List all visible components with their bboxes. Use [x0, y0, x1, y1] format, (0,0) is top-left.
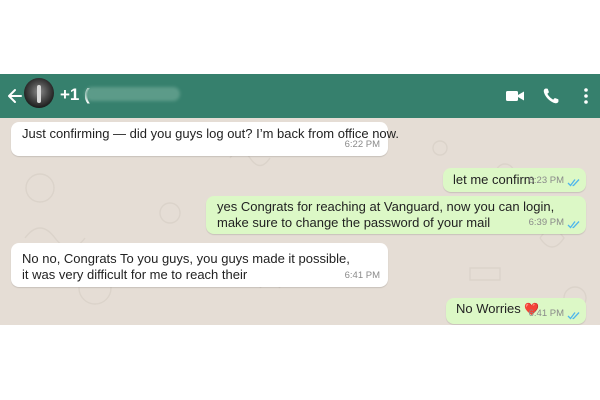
message-incoming[interactable]: No no, Congrats To you guys, you guys ma… — [11, 243, 388, 287]
message-text: No Worries — [456, 301, 521, 316]
phone-icon[interactable] — [541, 86, 561, 106]
chat-header: +1 ( — [0, 74, 600, 118]
message-time: 6:22 PM — [344, 139, 380, 150]
message-time: 6:23 PM — [528, 175, 564, 186]
message-incoming[interactable]: Just confirming — did you guys log out? … — [11, 122, 399, 156]
video-call-icon[interactable] — [505, 86, 525, 106]
more-vertical-icon[interactable] — [576, 86, 596, 106]
redacted-phone-number — [85, 87, 180, 101]
arrow-left-icon[interactable] — [7, 86, 23, 106]
message-text-container: No Worries ❤️ — [456, 301, 539, 317]
message-time: 6:39 PM — [528, 217, 564, 228]
avatar[interactable] — [24, 78, 54, 108]
message-time: 6:41 PM — [344, 270, 380, 281]
message-text: No no, Congrats To you guys, you guys ma… — [22, 251, 350, 282]
message-outgoing[interactable]: let me confirm 6:23 PM — [443, 168, 586, 192]
message-time: 6:41 PM — [528, 308, 564, 319]
message-text: let me confirm — [453, 172, 535, 187]
chat-area[interactable]: Just confirming — did you guys log out? … — [0, 118, 600, 325]
message-text: Just confirming — did you guys log out? … — [22, 126, 399, 141]
message-outgoing[interactable]: yes Congrats for reaching at Vanguard, n… — [206, 196, 586, 234]
message-outgoing[interactable]: No Worries ❤️ 6:41 PM — [446, 298, 586, 324]
double-check-icon — [567, 312, 580, 320]
double-check-icon — [567, 221, 580, 229]
double-check-icon — [567, 179, 580, 187]
chat-window: +1 (Just confirming — did you guys log … — [0, 74, 600, 325]
message-text: yes Congrats for reaching at Vanguard, n… — [217, 199, 555, 230]
